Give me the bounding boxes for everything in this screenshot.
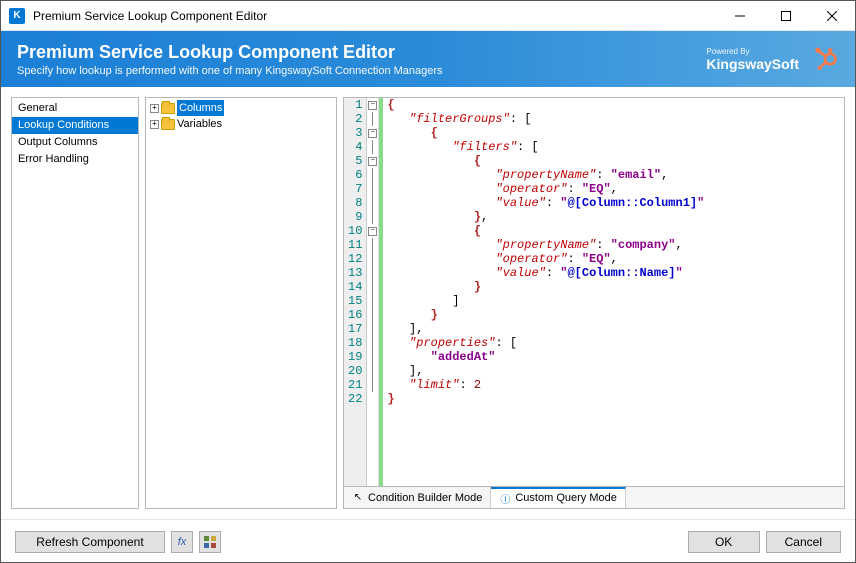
titlebar: K Premium Service Lookup Component Edito…	[1, 1, 855, 31]
condition-builder-mode-label: Condition Builder Mode	[368, 492, 482, 504]
fold-toggle[interactable]: −	[368, 227, 377, 236]
tree-node-columns[interactable]: + Columns	[148, 100, 334, 116]
kingswaysoft-logo: Powered By KingswaySoft	[706, 47, 799, 72]
footer: Refresh Component fx OK Cancel	[1, 519, 855, 563]
window-title: Premium Service Lookup Component Editor	[33, 9, 717, 23]
text-cursor-icon: Ⓘ	[499, 492, 511, 504]
expand-icon[interactable]: +	[150, 104, 159, 113]
code-text[interactable]: { "filterGroups": [ { "filters": [ { "pr…	[383, 98, 708, 486]
custom-query-mode-tab[interactable]: Ⓘ Custom Query Mode	[491, 487, 625, 508]
header-title: Premium Service Lookup Component Editor	[17, 42, 706, 63]
hubspot-icon	[811, 45, 839, 73]
cancel-button[interactable]: Cancel	[766, 531, 841, 553]
close-button[interactable]	[809, 1, 855, 31]
fold-toggle[interactable]: −	[368, 129, 377, 138]
expression-button[interactable]: fx	[171, 531, 193, 553]
window-controls	[717, 1, 855, 31]
header-subtitle: Specify how lookup is performed with one…	[17, 65, 706, 77]
nav-item-error-handling[interactable]: Error Handling	[12, 151, 138, 168]
nav-item-lookup-conditions[interactable]: Lookup Conditions	[12, 117, 138, 134]
minimize-button[interactable]	[717, 1, 763, 31]
powered-by-label: Powered By	[706, 47, 749, 56]
header-banner: Premium Service Lookup Component Editor …	[1, 31, 855, 87]
editor-wrap: 12345678910111213141516171819202122 −−−−…	[343, 97, 845, 509]
content-area: GeneralLookup ConditionsOutput ColumnsEr…	[1, 87, 855, 519]
tree-label: Variables	[177, 116, 222, 132]
tree-panel: + Columns + Variables	[145, 97, 337, 509]
maximize-button[interactable]	[763, 1, 809, 31]
fold-gutter: − − − −	[367, 98, 379, 486]
expand-icon[interactable]: +	[150, 120, 159, 129]
folder-icon	[161, 103, 175, 114]
fold-toggle[interactable]: −	[368, 101, 377, 110]
custom-query-mode-label: Custom Query Mode	[515, 492, 616, 504]
line-gutter: 12345678910111213141516171819202122	[344, 98, 367, 486]
tree-node-variables[interactable]: + Variables	[148, 116, 334, 132]
ok-button[interactable]: OK	[688, 531, 760, 553]
condition-builder-mode-tab[interactable]: ↖ Condition Builder Mode	[344, 487, 491, 508]
mapping-button[interactable]	[199, 531, 221, 553]
app-icon: K	[9, 8, 25, 24]
refresh-component-button[interactable]: Refresh Component	[15, 531, 165, 553]
nav-panel: GeneralLookup ConditionsOutput ColumnsEr…	[11, 97, 139, 509]
folder-icon	[161, 119, 175, 130]
nav-item-general[interactable]: General	[12, 100, 138, 117]
fold-toggle[interactable]: −	[368, 157, 377, 166]
brand-name: KingswaySoft	[706, 56, 799, 72]
editor-mode-bar: ↖ Condition Builder Mode Ⓘ Custom Query …	[343, 487, 845, 509]
brand-area: Powered By KingswaySoft	[706, 45, 839, 73]
nav-item-output-columns[interactable]: Output Columns	[12, 134, 138, 151]
tree-label: Columns	[177, 100, 224, 116]
code-editor[interactable]: 12345678910111213141516171819202122 −−−−…	[343, 97, 845, 487]
cursor-icon: ↖	[352, 492, 364, 504]
